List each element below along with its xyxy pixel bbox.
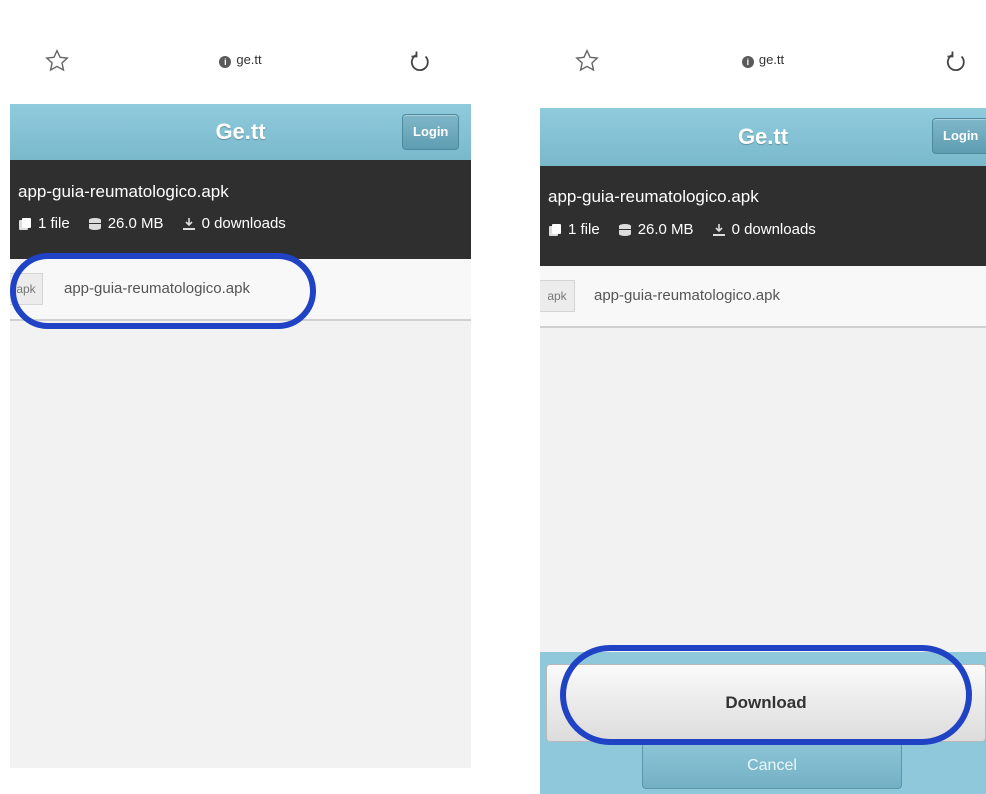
file-icon: [19, 217, 31, 230]
file-extension-badge: apk: [10, 273, 43, 305]
file-icon: [549, 223, 561, 236]
empty-content-area: [10, 321, 471, 768]
info-icon[interactable]: i: [741, 56, 754, 68]
file-stats: 1 file 26.0 MB 0 downloads: [548, 221, 834, 238]
download-icon: [182, 217, 195, 230]
site-title: Ge.tt: [737, 124, 789, 149]
file-title: app-guia-reumatologico.apk: [18, 182, 229, 201]
info-icon[interactable]: i: [219, 56, 232, 68]
reload-icon[interactable]: [944, 50, 968, 74]
login-button[interactable]: Login: [932, 118, 986, 154]
browser-url-bar: i ge.tt: [540, 48, 986, 98]
login-button[interactable]: Login: [402, 114, 460, 150]
download-button[interactable]: Download: [546, 664, 986, 742]
download-count: 0 downloads: [201, 215, 286, 232]
file-size: 26.0 MB: [107, 215, 164, 232]
url-text: ge.tt: [758, 52, 785, 67]
phone-screen-right: i ge.tt Ge.tt Login app-guia-reumatologic…: [540, 0, 986, 794]
file-extension-badge: apk: [540, 280, 575, 312]
url-display[interactable]: i ge.tt: [540, 52, 986, 68]
file-list-item[interactable]: apk app-guia-reumatologico.apk: [540, 266, 986, 328]
empty-content-area: [540, 328, 986, 652]
site-header: Ge.tt Login: [540, 108, 986, 166]
url-text: ge.tt: [236, 52, 262, 67]
url-display[interactable]: i ge.tt: [10, 52, 471, 68]
download-action-sheet: Download Cancel: [540, 652, 986, 794]
download-count: 0 downloads: [731, 221, 816, 238]
file-list-item[interactable]: apk app-guia-reumatologico.apk: [10, 259, 471, 321]
file-title: app-guia-reumatologico.apk: [548, 187, 759, 206]
file-count: 1 file: [38, 215, 70, 232]
file-size: 26.0 MB: [637, 221, 694, 238]
file-stats: 1 file 26.0 MB 0 downloads: [18, 215, 304, 232]
download-icon: [712, 223, 725, 236]
database-icon: [618, 223, 631, 236]
file-info-bar: app-guia-reumatologico.apk 1 file 26.0 M…: [10, 160, 471, 259]
site-header: Ge.tt Login: [10, 104, 471, 160]
reload-icon[interactable]: [408, 50, 432, 74]
file-list-name[interactable]: app-guia-reumatologico.apk: [594, 287, 780, 304]
file-info-bar: app-guia-reumatologico.apk 1 file 26.0 M…: [540, 166, 986, 266]
file-count: 1 file: [568, 221, 600, 238]
database-icon: [88, 217, 101, 230]
phone-screen-left: i ge.tt Ge.tt Login app-guia-reumatologic…: [10, 0, 471, 794]
browser-url-bar: i ge.tt: [10, 48, 471, 98]
cancel-button[interactable]: Cancel: [642, 744, 902, 789]
file-list-name[interactable]: app-guia-reumatologico.apk: [64, 280, 250, 297]
